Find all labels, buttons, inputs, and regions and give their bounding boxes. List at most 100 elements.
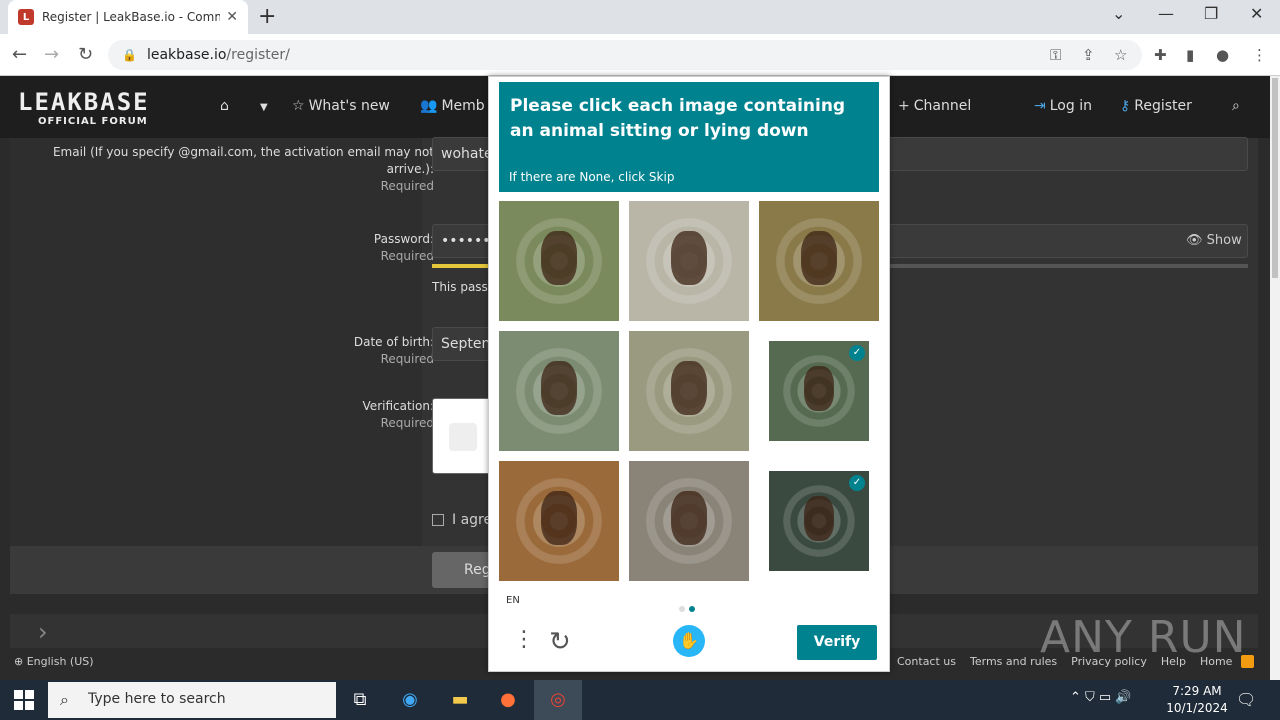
search-icon[interactable]: ⌕ <box>1232 98 1240 114</box>
page-indicator <box>679 597 699 616</box>
hcaptcha-checkbox[interactable] <box>449 423 477 451</box>
clock-time: 7:29 AM <box>1172 684 1222 698</box>
bookmark-star-icon[interactable]: ☆ <box>1114 46 1127 64</box>
close-tab-icon[interactable]: ✕ <box>226 9 238 25</box>
required-text: Required <box>380 416 434 430</box>
show-password-button[interactable]: 👁 Show <box>1186 233 1242 248</box>
challenge-image-tile[interactable] <box>629 461 749 581</box>
members-icon: 👥 <box>420 98 438 114</box>
agree-terms[interactable]: I agre <box>432 512 492 528</box>
challenge-image-grid: ✓ ✓ <box>499 201 879 581</box>
back-icon[interactable]: ← <box>12 44 27 65</box>
home-icon[interactable]: ⌂ <box>220 98 229 114</box>
scrollbar-thumb[interactable] <box>1272 78 1278 278</box>
nav-label: What's new <box>308 98 390 114</box>
dob-label: Date of birth: <box>353 335 434 349</box>
windows-start-icon[interactable] <box>14 690 34 710</box>
url-domain: leakbase.io <box>146 47 227 63</box>
notification-icon[interactable]: 🗨 <box>1236 690 1256 709</box>
animal-figure <box>804 366 834 411</box>
nav-whats-new[interactable]: ☆ What's new <box>292 98 390 114</box>
verify-button[interactable]: Verify <box>797 625 877 660</box>
dob-label-block: Date of birth: Required <box>354 334 434 368</box>
close-window-icon[interactable]: ✕ <box>1250 4 1263 23</box>
forward-icon[interactable]: → <box>44 44 59 65</box>
system-tray-icons[interactable]: ⌃ ⛉ ▭ 🔊 <box>1070 690 1132 705</box>
language-selector[interactable]: EN <box>506 595 520 606</box>
reload-icon[interactable]: ↻ <box>78 44 93 65</box>
anyrun-watermark: ANY RUN <box>1040 612 1247 663</box>
more-options-icon[interactable]: ⋮ <box>513 627 535 652</box>
breadcrumb-chevron-icon[interactable]: › <box>38 618 48 646</box>
challenge-image-tile[interactable] <box>499 201 619 321</box>
agree-checkbox[interactable] <box>432 514 444 526</box>
browser-tab[interactable]: L Register | LeakBase.io - Commun ✕ <box>8 0 248 34</box>
challenge-image-tile[interactable] <box>499 461 619 581</box>
strength-fill <box>432 264 492 268</box>
logo-main: LEAKBASE <box>18 88 150 116</box>
login-icon: ⇥ <box>1034 98 1046 114</box>
site-logo[interactable]: LEAKBASE OFFICIAL FORUM <box>18 88 150 127</box>
tab-search-chevron-icon[interactable]: ⌄ <box>1112 4 1125 23</box>
leakbase-favicon-icon: L <box>18 9 34 25</box>
animal-figure <box>671 491 707 545</box>
plus-icon: + <box>898 98 910 114</box>
home-dropdown-icon[interactable]: ▼ <box>260 102 268 113</box>
animal-figure <box>804 496 834 541</box>
email-label: Email (If you specify @gmail.com, the ac… <box>52 145 434 176</box>
profile-icon[interactable]: ● <box>1216 46 1229 64</box>
nav-login[interactable]: ⇥ Log in <box>1034 98 1092 114</box>
nav-channel[interactable]: + Channel <box>898 98 971 114</box>
challenge-image-tile[interactable] <box>499 331 619 451</box>
page-scrollbar[interactable] <box>1270 76 1280 680</box>
nav-register[interactable]: ⚷ Register <box>1120 98 1192 114</box>
firefox-icon[interactable]: ● <box>494 686 522 714</box>
extensions-icon[interactable]: ✚ <box>1154 46 1167 64</box>
menu-icon[interactable]: ⋮ <box>1252 46 1267 64</box>
challenge-image-tile[interactable] <box>759 201 879 321</box>
sidepanel-icon[interactable]: ▮ <box>1186 46 1194 64</box>
page-dot <box>679 606 685 612</box>
dob-value: Septen <box>441 336 491 352</box>
logo-sub: OFFICIAL FORUM <box>38 116 148 127</box>
challenge-image-tile[interactable]: ✓ <box>769 471 869 571</box>
taskbar-search-input[interactable]: ⌕ Type here to search <box>48 682 336 718</box>
animal-figure <box>541 491 577 545</box>
challenge-header: Please click each image containing an an… <box>499 82 879 192</box>
animal-figure <box>541 231 577 285</box>
selected-check-icon: ✓ <box>849 345 865 361</box>
challenge-image-tile[interactable]: ✓ <box>769 341 869 441</box>
minimize-icon[interactable]: — <box>1158 4 1174 23</box>
hcaptcha-widget[interactable] <box>432 398 492 474</box>
url-input[interactable]: 🔒 leakbase.io/register/ <box>108 40 1142 70</box>
new-tab-icon[interactable]: + <box>258 4 276 29</box>
animal-figure <box>801 231 837 285</box>
task-view-icon[interactable]: ⧉ <box>346 686 374 714</box>
star-icon: ☆ <box>292 98 305 114</box>
footer-link-contact[interactable]: Contact us <box>897 655 956 668</box>
windows-taskbar: ⌕ Type here to search ⧉ ◉ ▬ ● ◎ ⌃ ⛉ ▭ 🔊 … <box>0 680 1280 720</box>
nav-members[interactable]: 👥 Memb <box>420 98 485 114</box>
animal-figure <box>671 231 707 285</box>
share-icon[interactable]: ⇪ <box>1082 46 1095 64</box>
tab-title: Register | LeakBase.io - Commun <box>42 10 221 24</box>
password-key-icon[interactable]: ⚿ <box>1050 46 1061 64</box>
taskbar-clock[interactable]: 7:29 AM 10/1/2024 <box>1166 683 1228 717</box>
search-icon: ⌕ <box>60 690 69 709</box>
chrome-icon[interactable]: ◎ <box>544 686 572 714</box>
challenge-image-tile[interactable] <box>629 201 749 321</box>
key-icon: ⚷ <box>1120 98 1131 114</box>
refresh-challenge-icon[interactable]: ↻ <box>549 627 571 657</box>
selected-check-icon: ✓ <box>849 475 865 491</box>
restore-icon[interactable]: ❐ <box>1204 4 1218 23</box>
nav-label: Channel <box>913 98 972 114</box>
language-chooser[interactable]: ⊕ English (US) <box>14 655 94 668</box>
password-label: Password: <box>373 232 434 246</box>
edge-icon[interactable]: ◉ <box>396 686 424 714</box>
challenge-image-tile[interactable] <box>629 331 749 451</box>
globe-icon: ⊕ <box>14 655 24 668</box>
required-text: Required <box>380 179 434 193</box>
required-text: Required <box>380 249 434 263</box>
file-explorer-icon[interactable]: ▬ <box>446 686 474 714</box>
url-path: /register/ <box>226 47 290 63</box>
